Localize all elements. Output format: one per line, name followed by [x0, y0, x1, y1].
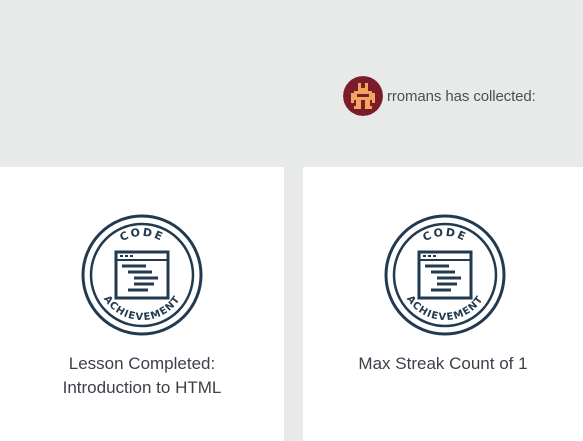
profile-header: rromans has collected:	[0, 0, 583, 167]
badge-title: Max Streak Count of 1	[303, 352, 583, 376]
badge-card[interactable]: CODE ACHIEVEMENT Lesson Completed: Intro…	[0, 167, 284, 441]
code-achievement-badge-icon: CODE ACHIEVEMENT	[81, 214, 203, 336]
badge-top-text: CODE	[118, 226, 164, 244]
badge-title-line1: Max Streak Count of 1	[358, 354, 528, 373]
svg-text:CODE: CODE	[421, 226, 469, 244]
badge-list: CODE ACHIEVEMENT Lesson Completed: Intro…	[0, 167, 583, 441]
user-avatar[interactable]	[343, 76, 383, 116]
badge-title: Lesson Completed: Introduction to HTML	[0, 352, 284, 400]
badge-card[interactable]: CODE ACHIEVEMENT Max Streak Count of 1	[303, 167, 583, 441]
svg-text:CODE: CODE	[118, 226, 166, 244]
code-achievement-badge-icon: CODE ACHIEVEMENT	[384, 214, 506, 336]
badge-title-line2: Introduction to HTML	[62, 378, 222, 397]
collector-info: rromans has collected:	[343, 76, 536, 116]
badge-title-line1: Lesson Completed:	[68, 354, 216, 373]
badge-top-text: CODE	[421, 226, 467, 244]
collected-label: rromans has collected:	[387, 87, 536, 105]
